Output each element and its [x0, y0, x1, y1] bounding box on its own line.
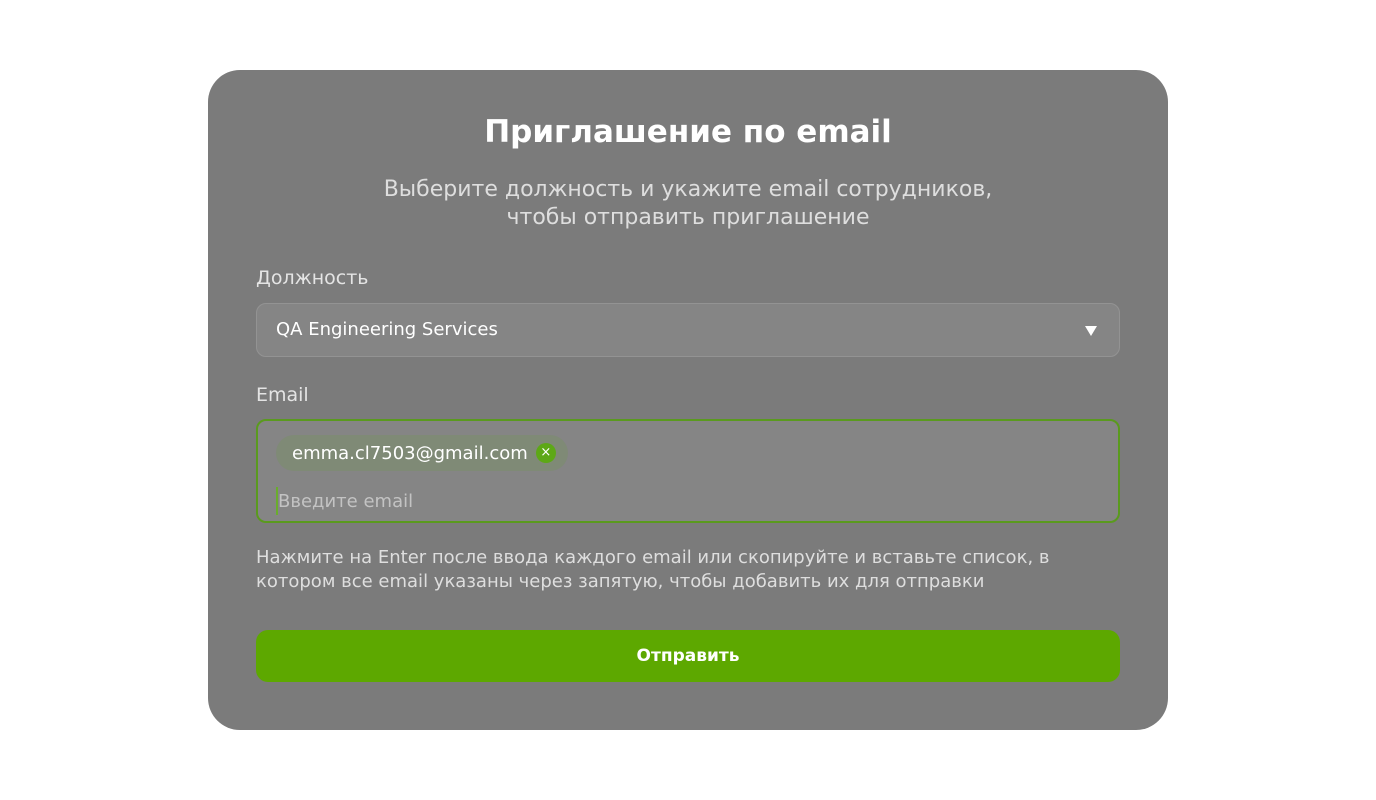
email-input[interactable]: [276, 487, 778, 515]
email-chip: emma.cl7503@gmail.com ×: [276, 435, 568, 471]
submit-button[interactable]: Отправить: [256, 630, 1120, 682]
email-field[interactable]: emma.cl7503@gmail.com ×: [256, 419, 1120, 523]
email-chip-label: emma.cl7503@gmail.com: [292, 442, 528, 464]
email-label: Email: [256, 384, 309, 406]
role-select[interactable]: QA Engineering Services: [256, 303, 1120, 357]
hint-line-2: котором все email указаны через запятую,…: [256, 571, 985, 592]
caret-down-icon[interactable]: [1085, 326, 1097, 336]
email-hint: Нажмите на Enter после ввода каждого ema…: [256, 546, 1120, 594]
hint-line-1: Нажмите на Enter после ввода каждого ema…: [256, 547, 1050, 568]
subtitle-line-2: чтобы отправить приглашение: [506, 205, 870, 230]
dialog-title: Приглашение по email: [484, 114, 892, 150]
dialog-subtitle: Выберите должность и укажите email сотру…: [0, 176, 1376, 232]
remove-chip-icon[interactable]: ×: [535, 443, 556, 463]
role-selected-value: QA Engineering Services: [276, 319, 498, 340]
role-label: Должность: [256, 267, 369, 289]
subtitle-line-1: Выберите должность и укажите email сотру…: [383, 177, 993, 202]
